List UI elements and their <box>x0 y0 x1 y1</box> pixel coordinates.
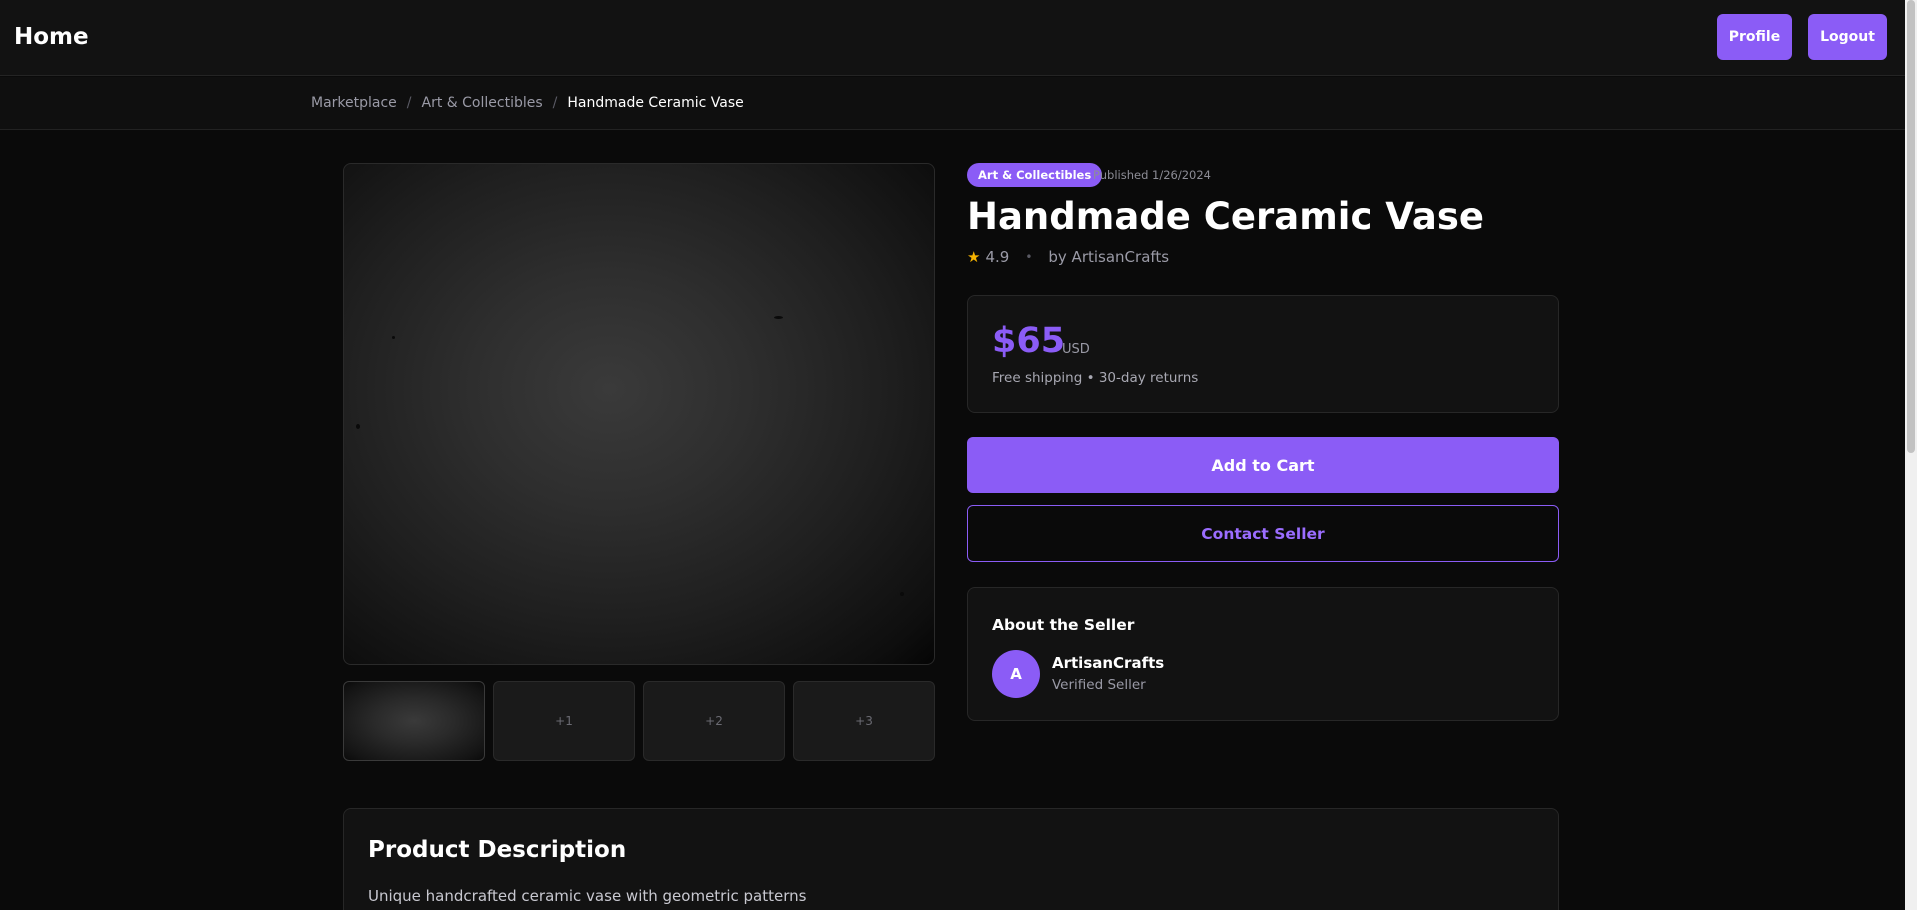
breadcrumb-category[interactable]: Art & Collectibles <box>422 95 543 111</box>
category-badge: Art & Collectibles <box>967 163 1103 187</box>
scrollbar-thumb[interactable] <box>1907 0 1915 453</box>
product-title: Handmade Ceramic Vase <box>967 195 1484 238</box>
seller-name[interactable]: ArtisanCrafts <box>1052 654 1164 672</box>
description-text: Unique handcrafted ceramic vase with geo… <box>368 887 807 905</box>
breadcrumb-separator: / <box>406 95 412 111</box>
published-date: Published 1/26/2024 <box>1093 168 1211 182</box>
image-texture-speck <box>774 316 783 319</box>
description-card: Product Description Unique handcrafted c… <box>343 808 1559 910</box>
image-texture-speck <box>356 424 360 429</box>
profile-button[interactable]: Profile <box>1717 14 1792 60</box>
seller-card: About the Seller A ArtisanCrafts Verifie… <box>967 587 1559 721</box>
thumbnail-image-2[interactable]: +1 <box>493 681 635 761</box>
meta-separator: • <box>1025 250 1033 264</box>
breadcrumb-marketplace[interactable]: Marketplace <box>311 95 397 111</box>
contact-seller-button[interactable]: Contact Seller <box>967 505 1559 562</box>
logout-button[interactable]: Logout <box>1808 14 1887 60</box>
description-heading: Product Description <box>368 837 627 863</box>
price-card: $65 USD Free shipping • 30-day returns <box>967 295 1559 413</box>
home-link[interactable]: Home <box>14 24 89 50</box>
image-texture-speck <box>392 336 395 339</box>
add-to-cart-button[interactable]: Add to Cart <box>967 437 1559 493</box>
thumbnail-image-3[interactable]: +2 <box>643 681 785 761</box>
seller-heading: About the Seller <box>992 616 1135 634</box>
seller-status: Verified Seller <box>1052 677 1146 693</box>
thumbnail-image-1[interactable] <box>343 681 485 761</box>
product-main-image <box>343 163 935 665</box>
seller-byline[interactable]: by ArtisanCrafts <box>1048 248 1169 266</box>
breadcrumb-bar: Marketplace / Art & Collectibles / Handm… <box>0 77 1905 130</box>
breadcrumb-current: Handmade Ceramic Vase <box>567 95 744 111</box>
shipping-info: Free shipping • 30-day returns <box>992 370 1199 386</box>
top-navbar: Home Profile Logout <box>0 0 1905 76</box>
breadcrumb: Marketplace / Art & Collectibles / Handm… <box>311 95 744 111</box>
breadcrumb-separator: / <box>552 95 558 111</box>
page-scrollbar[interactable] <box>1905 0 1917 910</box>
thumbnail-image-4[interactable]: +3 <box>793 681 935 761</box>
product-meta: ★ 4.9 • by ArtisanCrafts <box>967 248 1169 266</box>
avatar: A <box>992 650 1040 698</box>
star-icon: ★ <box>967 248 981 266</box>
price-value: $65 <box>992 321 1066 361</box>
image-texture-speck <box>900 592 904 596</box>
rating-value: 4.9 <box>985 248 1010 266</box>
price-currency: USD <box>1062 342 1090 357</box>
